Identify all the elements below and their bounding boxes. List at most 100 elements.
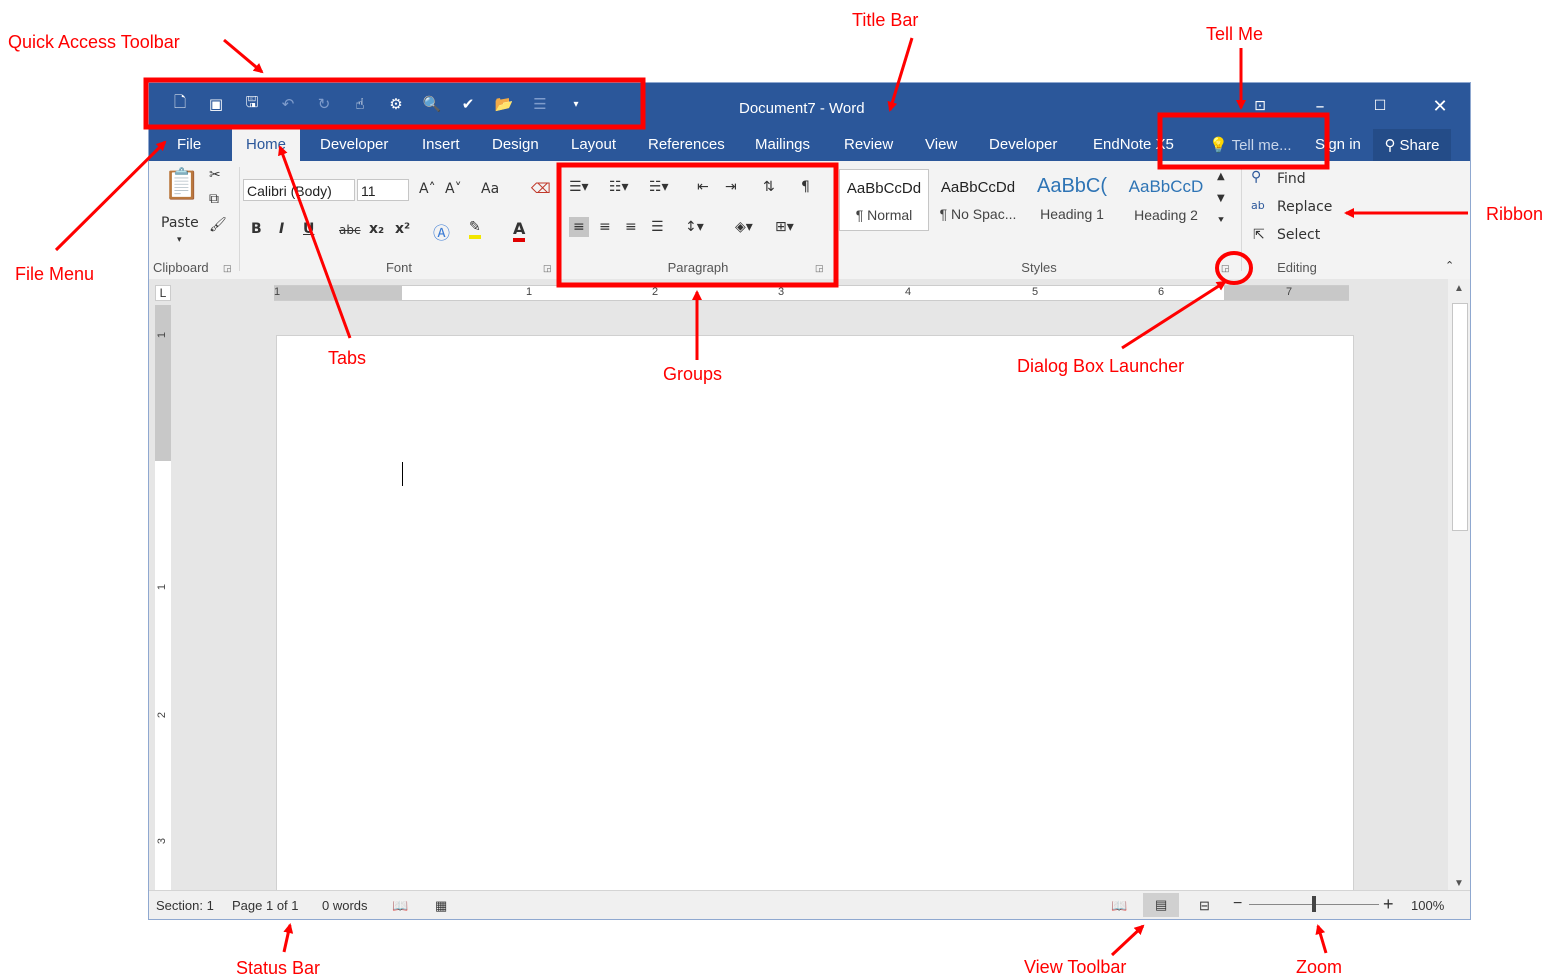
style-heading-2[interactable]: AaBbCcD Heading 2 xyxy=(1121,169,1211,231)
tab-layout[interactable]: Layout xyxy=(569,129,618,161)
print-preview-icon[interactable]: 🔍 xyxy=(421,93,443,115)
subscript-button[interactable]: x₂ xyxy=(369,221,384,237)
strikethrough-button[interactable]: abc xyxy=(339,223,361,237)
align-right-icon[interactable]: ≡ xyxy=(625,219,637,235)
tab-view[interactable]: View xyxy=(923,129,959,161)
style-normal[interactable]: AaBbCcDd ¶ Normal xyxy=(839,169,929,231)
tab-mailings[interactable]: Mailings xyxy=(753,129,812,161)
collapse-ribbon-icon[interactable]: ⌃ xyxy=(1445,259,1454,272)
styles-more-icon[interactable]: ⯆ xyxy=(1217,215,1225,226)
horizontal-ruler[interactable]: 1 1 2 3 4 5 6 7 xyxy=(274,285,1349,301)
word-count[interactable]: 0 words xyxy=(322,898,368,913)
change-case-button[interactable]: Aa xyxy=(481,181,499,197)
sort-icon[interactable]: ⇅ xyxy=(763,179,775,195)
sign-in-link[interactable]: Sign in xyxy=(1315,136,1361,153)
minimize-icon[interactable]: – xyxy=(1290,83,1350,129)
styles-scroll-up-icon[interactable]: ▲ xyxy=(1217,171,1225,182)
font-name-box[interactable]: Calibri (Body) xyxy=(243,179,355,201)
find-button[interactable]: Find xyxy=(1277,171,1306,187)
redo-icon[interactable]: ↻ xyxy=(313,93,335,115)
highlight-icon[interactable]: ✎ xyxy=(469,219,481,239)
style-no-spacing[interactable]: AaBbCcDd ¶ No Spac... xyxy=(933,169,1023,231)
grow-font-icon[interactable]: A˄ xyxy=(419,181,436,197)
styles-launcher-icon[interactable]: ◲ xyxy=(1221,263,1231,273)
tab-developer[interactable]: Developer xyxy=(318,129,390,161)
copy-icon[interactable]: ⧉ xyxy=(209,191,219,207)
tab-endnote[interactable]: EndNote X5 xyxy=(1091,129,1176,161)
scrollbar-thumb[interactable] xyxy=(1452,303,1468,531)
underline-button[interactable]: U xyxy=(303,221,314,237)
tab-selector-button[interactable]: L xyxy=(155,285,171,301)
align-center-icon[interactable]: ≡ xyxy=(599,219,611,235)
paragraph-launcher-icon[interactable]: ◲ xyxy=(815,263,825,273)
form-icon[interactable]: ☰ xyxy=(529,93,551,115)
paste-icon[interactable]: 📋 xyxy=(163,167,200,202)
format-painter-icon[interactable]: 🖌 xyxy=(209,217,227,233)
undo-icon[interactable]: ↶ xyxy=(277,93,299,115)
bold-button[interactable]: B xyxy=(251,221,262,237)
paste-dropdown-icon[interactable]: ▾ xyxy=(177,235,182,245)
touch-mode-icon[interactable]: ☝ xyxy=(349,93,371,115)
tab-insert[interactable]: Insert xyxy=(420,129,462,161)
web-layout-icon[interactable]: ⊟ xyxy=(1199,898,1210,914)
shading-icon[interactable]: ◈▾ xyxy=(735,219,753,235)
numbering-icon[interactable]: ☷▾ xyxy=(609,179,629,195)
zoom-level[interactable]: 100% xyxy=(1411,898,1444,913)
text-effects-icon[interactable]: Ⓐ xyxy=(433,219,450,244)
shrink-font-icon[interactable]: A˅ xyxy=(445,181,462,197)
bullets-icon[interactable]: ☰▾ xyxy=(569,179,589,195)
macro-recording-icon[interactable]: ▦ xyxy=(435,898,447,914)
spelling-check-icon[interactable]: ✔ xyxy=(457,93,479,115)
vertical-ruler[interactable]: 1 1 2 3 xyxy=(155,305,171,893)
print-layout-icon[interactable]: ▤ xyxy=(1143,893,1180,917)
page-indicator[interactable]: Page 1 of 1 xyxy=(232,898,299,913)
cut-icon[interactable]: ✂ xyxy=(209,167,221,183)
tab-design[interactable]: Design xyxy=(490,129,541,161)
zoom-out-button[interactable]: − xyxy=(1233,895,1242,913)
section-indicator[interactable]: Section: 1 xyxy=(156,898,214,913)
line-spacing-icon[interactable]: ↕▾ xyxy=(685,219,704,235)
tab-references[interactable]: References xyxy=(646,129,727,161)
scroll-down-icon[interactable]: ▼ xyxy=(1448,878,1470,889)
decrease-indent-icon[interactable]: ⇤ xyxy=(697,179,709,195)
replace-icon[interactable]: ab xyxy=(1251,199,1265,212)
select-icon[interactable]: ⇱ xyxy=(1253,227,1265,243)
proofing-icon[interactable]: 📖 xyxy=(392,898,408,914)
open-template-icon[interactable]: ▣ xyxy=(205,93,227,115)
tab-home[interactable]: Home xyxy=(232,129,301,161)
zoom-in-button[interactable]: + xyxy=(1383,894,1394,915)
font-size-box[interactable]: 11 xyxy=(357,179,409,201)
find-icon[interactable]: ⚲ xyxy=(1251,169,1261,185)
open-folder-icon[interactable]: 📂 xyxy=(493,93,515,115)
save-icon[interactable]: 🖫 xyxy=(241,93,263,115)
share-button[interactable]: ⚲ Share xyxy=(1373,129,1451,161)
tab-review[interactable]: Review xyxy=(842,129,895,161)
vertical-scrollbar[interactable]: ▲ ▼ xyxy=(1448,279,1470,893)
close-icon[interactable]: ✕ xyxy=(1410,83,1470,129)
share-icon[interactable]: ⚙ xyxy=(385,93,407,115)
justify-icon[interactable]: ☰ xyxy=(651,219,664,235)
styles-scroll-down-icon[interactable]: ▼ xyxy=(1217,193,1225,204)
replace-button[interactable]: Replace xyxy=(1277,199,1332,215)
read-mode-icon[interactable]: 📖 xyxy=(1111,898,1127,914)
new-document-icon[interactable]: 🗋 xyxy=(169,93,191,115)
increase-indent-icon[interactable]: ⇥ xyxy=(725,179,737,195)
customize-qat-icon[interactable]: ▾ xyxy=(565,93,587,115)
paste-label[interactable]: Paste xyxy=(161,215,199,231)
font-launcher-icon[interactable]: ◲ xyxy=(543,263,553,273)
document-page[interactable] xyxy=(276,335,1354,897)
zoom-slider-thumb[interactable] xyxy=(1312,896,1316,912)
tab-developer-2[interactable]: Developer xyxy=(987,129,1059,161)
font-color-button[interactable]: A xyxy=(513,219,526,242)
ribbon-display-options-icon[interactable]: ⊡ xyxy=(1230,83,1290,129)
italic-button[interactable]: I xyxy=(279,221,284,237)
scroll-up-icon[interactable]: ▲ xyxy=(1448,283,1470,294)
tab-file[interactable]: File xyxy=(175,129,203,161)
borders-icon[interactable]: ⊞▾ xyxy=(775,219,794,235)
superscript-button[interactable]: x² xyxy=(395,221,410,237)
clear-formatting-icon[interactable]: ⌫ xyxy=(531,181,551,197)
align-left-icon[interactable]: ≡ xyxy=(569,217,589,237)
select-button[interactable]: Select xyxy=(1277,227,1320,243)
show-hide-marks-icon[interactable]: ¶ xyxy=(801,179,810,195)
maximize-icon[interactable]: ☐ xyxy=(1350,83,1410,129)
